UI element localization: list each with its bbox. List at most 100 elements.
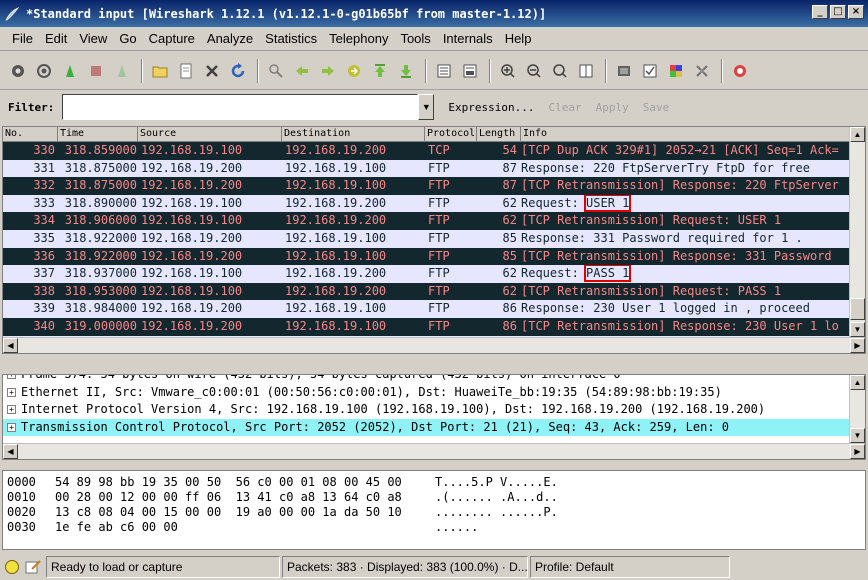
colorize-icon[interactable] <box>432 59 456 83</box>
column-length[interactable]: Length <box>477 127 521 141</box>
apply-button[interactable]: Apply <box>596 101 629 114</box>
find-packet-icon[interactable] <box>264 59 288 83</box>
expert-info-icon[interactable] <box>4 559 20 575</box>
packet-no: 331 <box>33 160 55 175</box>
save-file-icon[interactable] <box>174 59 198 83</box>
bytes-hex: 13 c8 08 04 00 15 00 00 19 a0 00 00 1a d… <box>55 505 402 519</box>
close-button[interactable]: × <box>848 5 864 19</box>
packet-row[interactable]: 335 318.922000 192.168.19.200 192.168.19.10… <box>3 229 865 248</box>
maximize-button[interactable]: □ <box>830 5 846 19</box>
go-first-icon[interactable] <box>368 59 392 83</box>
packet-protocol: FTP <box>428 195 450 210</box>
preferences-icon[interactable] <box>690 59 714 83</box>
display-filters-icon[interactable] <box>638 59 662 83</box>
packet-list-vscrollbar[interactable]: ▲ ▼ <box>849 127 865 337</box>
minimize-button[interactable]: _ <box>812 5 828 19</box>
packet-row[interactable]: 336 318.922000 192.168.19.200 192.168.19.10… <box>3 247 865 266</box>
packet-row[interactable]: 340 319.000000 192.168.19.200 192.168.19.10… <box>3 317 865 336</box>
scroll-left-icon[interactable]: ◀ <box>3 338 18 353</box>
menu-analyze[interactable]: Analyze <box>201 31 259 46</box>
toolbar-separator <box>257 58 259 83</box>
packet-row[interactable]: 333 318.890000 192.168.19.100 192.168.19.20… <box>3 194 865 213</box>
scroll-down-icon[interactable]: ▼ <box>850 428 865 443</box>
packet-row[interactable]: 332 318.875000 192.168.19.200 192.168.19.10… <box>3 177 865 195</box>
detail-row-frame[interactable]: + Frame 374: 54 bytes on wire (432 bits),… <box>3 375 865 384</box>
scroll-left-icon[interactable]: ◀ <box>3 444 18 459</box>
scroll-down-icon[interactable]: ▼ <box>850 322 865 337</box>
resize-columns-icon[interactable] <box>574 59 598 83</box>
expand-icon[interactable]: + <box>7 375 16 380</box>
expand-icon[interactable]: + <box>7 405 16 415</box>
menu-internals[interactable]: Internals <box>437 31 499 46</box>
coloring-rules-icon[interactable] <box>664 59 688 83</box>
column-info[interactable]: Info <box>521 127 851 141</box>
details-vscrollbar[interactable]: ▲ ▼ <box>849 375 865 443</box>
go-forward-icon[interactable] <box>316 59 340 83</box>
packet-info: [TCP Retransmission] Response: 220 FtpSe… <box>521 178 839 193</box>
auto-scroll-icon[interactable] <box>458 59 482 83</box>
start-capture-icon[interactable] <box>58 59 82 83</box>
stop-capture-icon[interactable] <box>84 59 108 83</box>
interfaces-icon[interactable] <box>6 59 30 83</box>
menu-telephony[interactable]: Telephony <box>323 31 394 46</box>
packet-row[interactable]: 330 318.859000 192.168.19.100 192.168.19.20… <box>3 142 865 160</box>
menu-help[interactable]: Help <box>499 31 538 46</box>
reload-icon[interactable] <box>226 59 250 83</box>
go-back-icon[interactable] <box>290 59 314 83</box>
packet-row[interactable]: 339 318.984000 192.168.19.200 192.168.19.10… <box>3 300 865 318</box>
detail-row-tcp[interactable]: + Transmission Control Protocol, Src Port… <box>3 418 865 436</box>
column-source[interactable]: Source <box>138 127 282 141</box>
capture-filters-icon[interactable] <box>612 59 636 83</box>
menu-statistics[interactable]: Statistics <box>259 31 323 46</box>
column-protocol[interactable]: Protocol <box>425 127 477 141</box>
menu-tools[interactable]: Tools <box>394 31 436 46</box>
menu-view[interactable]: View <box>73 31 113 46</box>
scroll-right-icon[interactable]: ▶ <box>850 444 865 459</box>
packet-list-hscrollbar[interactable]: ◀ ▶ <box>3 337 865 353</box>
filter-input[interactable] <box>62 94 419 120</box>
scroll-right-icon[interactable]: ▶ <box>850 338 865 353</box>
close-file-icon[interactable] <box>200 59 224 83</box>
packet-row[interactable]: 334 318.906000 192.168.19.100 192.168.19.20… <box>3 212 865 230</box>
expand-icon[interactable]: + <box>7 422 16 432</box>
bytes-row[interactable]: 0020 13 c8 08 04 00 15 00 00 19 a0 00 00 … <box>3 505 865 520</box>
save-button[interactable]: Save <box>643 101 670 114</box>
bytes-row[interactable]: 0000 54 89 98 bb 19 35 00 50 56 c0 00 01 … <box>3 475 865 490</box>
menu-file[interactable]: File <box>6 31 39 46</box>
expression-button[interactable]: Expression... <box>448 101 534 114</box>
clear-button[interactable]: Clear <box>548 101 581 114</box>
options-icon[interactable] <box>32 59 56 83</box>
status-profile[interactable]: Profile: Default <box>530 556 730 578</box>
details-hscrollbar[interactable]: ◀ ▶ <box>3 443 865 459</box>
column-destination[interactable]: Destination <box>282 127 425 141</box>
packet-protocol: FTP <box>428 213 450 228</box>
column-time[interactable]: Time <box>58 127 138 141</box>
menu-capture[interactable]: Capture <box>143 31 201 46</box>
help-icon[interactable] <box>728 59 752 83</box>
scroll-up-icon[interactable]: ▲ <box>850 127 865 142</box>
scroll-up-icon[interactable]: ▲ <box>850 375 865 390</box>
bytes-row[interactable]: 0010 00 28 00 12 00 00 ff 06 13 41 c0 a8 … <box>3 490 865 505</box>
zoom-out-icon[interactable] <box>522 59 546 83</box>
packet-row[interactable]: 331 318.875000 192.168.19.200 192.168.19.10… <box>3 159 865 178</box>
column-no[interactable]: No. <box>3 127 58 141</box>
packet-row[interactable]: 338 318.953000 192.168.19.100 192.168.19.20… <box>3 282 865 301</box>
expand-icon[interactable]: + <box>7 387 16 397</box>
packet-time: 318.875000 <box>64 178 137 193</box>
filter-dropdown-button[interactable]: ▼ <box>418 94 435 120</box>
zoom-in-icon[interactable] <box>496 59 520 83</box>
menu-go[interactable]: Go <box>113 31 142 46</box>
bytes-row[interactable]: 0030 1e fe ab c6 00 00...... <box>3 520 865 535</box>
menu-edit[interactable]: Edit <box>39 31 73 46</box>
capture-comment-icon[interactable] <box>24 559 42 575</box>
packet-row[interactable]: 337 318.937000 192.168.19.100 192.168.19.20… <box>3 265 865 283</box>
menu-bar: File Edit View Go Capture Analyze Statis… <box>0 27 868 51</box>
detail-row-ethernet[interactable]: + Ethernet II, Src: Vmware_c0:00:01 (00:5… <box>3 384 865 402</box>
zoom-normal-icon[interactable] <box>548 59 572 83</box>
open-file-icon[interactable] <box>148 59 172 83</box>
go-last-icon[interactable] <box>394 59 418 83</box>
go-to-packet-icon[interactable] <box>342 59 366 83</box>
scroll-thumb[interactable] <box>850 298 865 320</box>
restart-capture-icon[interactable] <box>110 59 134 83</box>
detail-row-ip[interactable]: + Internet Protocol Version 4, Src: 192.1… <box>3 401 865 419</box>
